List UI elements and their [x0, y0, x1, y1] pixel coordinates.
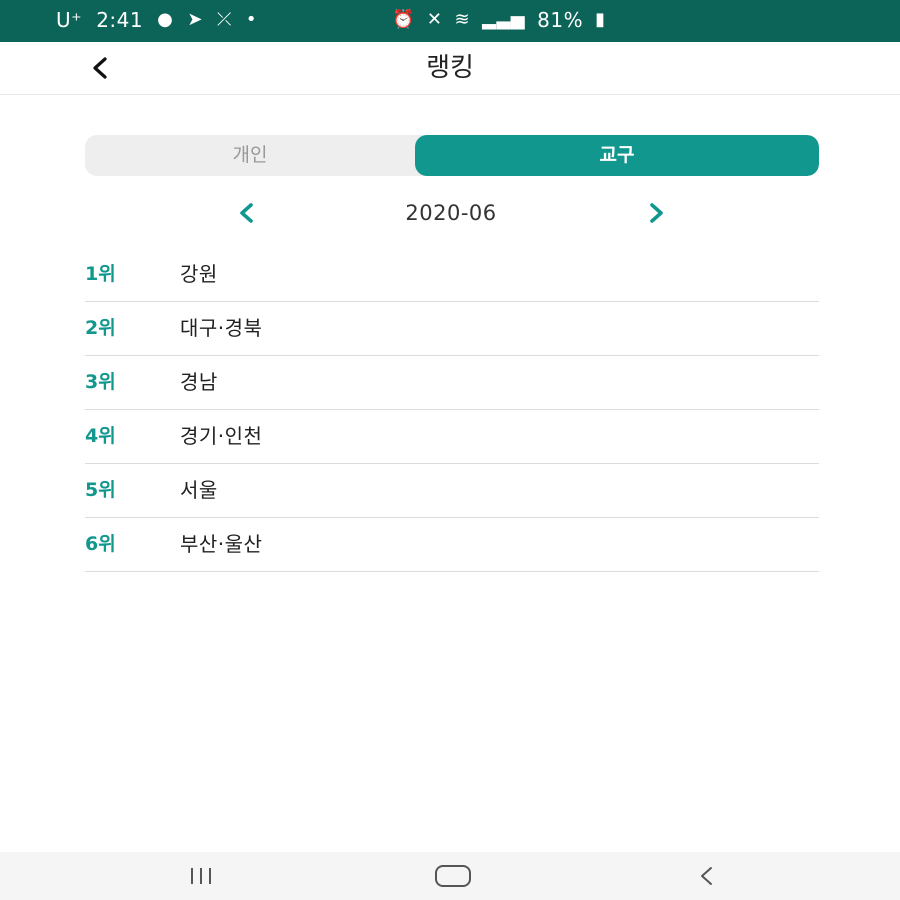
segmented-tabs: 개인 교구	[85, 135, 819, 176]
status-bar: U⁺ 2:41 ● ➤ ⤫ • ⏰ ✕ ≋ ▂▃▅ 81% ▮	[0, 0, 900, 42]
rank-number: 5위	[85, 479, 116, 501]
chevron-left-icon	[240, 203, 253, 223]
district-name: 대구·경북	[180, 316, 263, 340]
ranking-row: 5위 서울	[85, 464, 819, 518]
chrome-icon: ●	[157, 9, 174, 30]
month-label: 2020-06	[405, 201, 497, 225]
tab-district[interactable]: 교구	[415, 135, 819, 176]
ranking-row: 1위 강원	[85, 248, 819, 302]
rank-number: 6위	[85, 533, 116, 555]
home-icon	[435, 865, 471, 887]
ranking-row: 2위 대구·경북	[85, 302, 819, 356]
status-bar-left: U⁺ 2:41 ● ➤ ⤫ •	[56, 8, 257, 32]
recent-apps-button[interactable]	[181, 860, 221, 892]
district-name: 부산·울산	[180, 532, 263, 556]
signal-icon: ▂▃▅	[482, 9, 526, 30]
rank-number: 3위	[85, 371, 116, 393]
district-name: 경기·인천	[180, 424, 263, 448]
mute-icon: ✕	[426, 9, 443, 30]
previous-month-button[interactable]	[229, 196, 265, 230]
missed-call-icon: ⤫	[216, 9, 232, 30]
battery-icon: ▮	[595, 9, 606, 30]
next-month-button[interactable]	[638, 196, 674, 230]
tab-individual[interactable]: 개인	[85, 135, 415, 176]
dot-icon: •	[245, 9, 257, 30]
ranking-row: 3위 경남	[85, 356, 819, 410]
district-name: 강원	[180, 262, 218, 286]
status-bar-right: ⏰ ✕ ≋ ▂▃▅ 81% ▮	[392, 8, 606, 32]
rank-number: 1위	[85, 263, 116, 285]
clock: 2:41	[96, 8, 144, 32]
alarm-icon: ⏰	[392, 9, 415, 30]
app-header: 랭킹	[0, 42, 900, 95]
nav-back-icon	[701, 867, 712, 885]
rank-number: 2위	[85, 317, 116, 339]
system-nav-bar	[0, 852, 900, 900]
ranking-list: 1위 강원 2위 대구·경북 3위 경남 4위 경기·인천 5위 서울 6위 부…	[85, 248, 819, 572]
battery-percent: 81%	[537, 8, 584, 32]
district-name: 서울	[180, 478, 218, 502]
back-chevron-icon	[93, 57, 107, 79]
back-button[interactable]	[80, 48, 120, 88]
carrier-label: U⁺	[56, 8, 83, 32]
district-name: 경남	[180, 370, 218, 394]
system-back-button[interactable]	[686, 860, 726, 892]
home-button[interactable]	[433, 860, 473, 892]
recent-apps-icon	[191, 868, 211, 884]
ranking-row: 4위 경기·인천	[85, 410, 819, 464]
chevron-right-icon	[650, 203, 663, 223]
wifi-icon: ≋	[454, 9, 471, 30]
page-title: 랭킹	[426, 53, 474, 83]
ranking-row: 6위 부산·울산	[85, 518, 819, 572]
telegram-icon: ➤	[187, 9, 203, 30]
rank-number: 4위	[85, 425, 116, 447]
